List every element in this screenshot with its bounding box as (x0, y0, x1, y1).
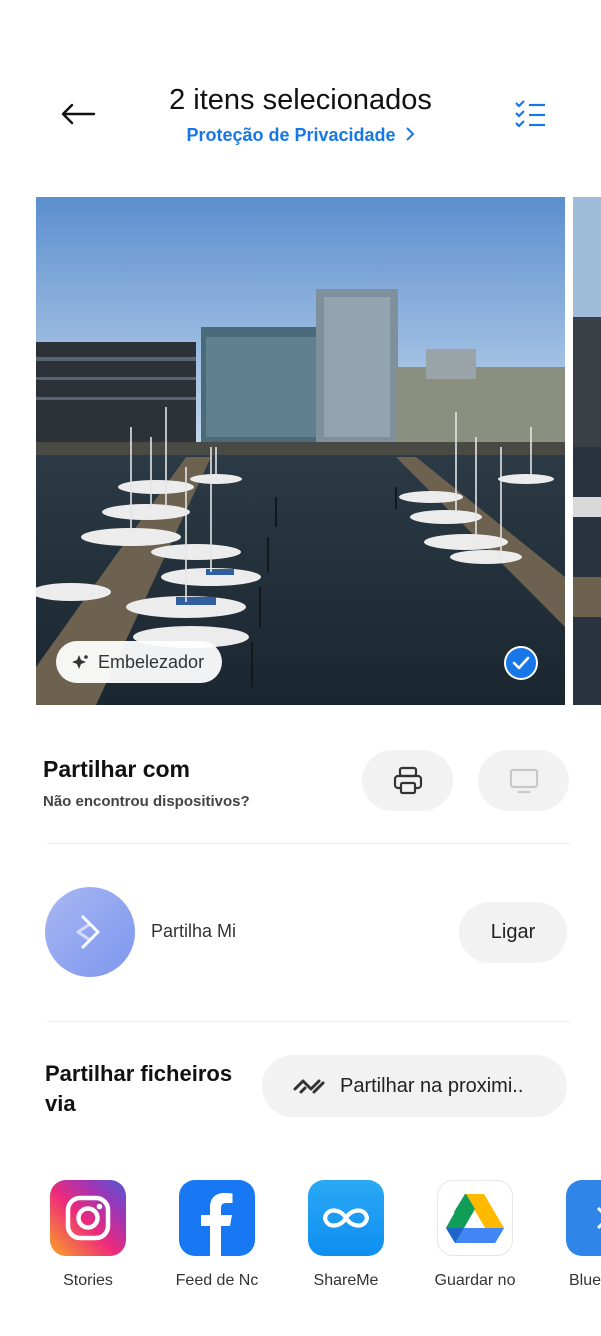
app-item-facebook-feed[interactable]: Feed de Nc (157, 1180, 277, 1290)
checkmark-icon (512, 656, 530, 670)
connect-button[interactable]: Ligar (459, 902, 567, 963)
no-devices-link[interactable]: Não encontrou dispositivos? (43, 793, 250, 810)
beautify-label: Embelezador (98, 651, 205, 672)
facebook-icon (179, 1180, 255, 1256)
divider (47, 1021, 570, 1022)
instagram-icon (50, 1180, 126, 1256)
share-via-section: Partilhar ficheiros via Partilhar na pro… (0, 1055, 601, 1125)
app-label: Feed de Nc (175, 1272, 259, 1289)
sparkle-icon (72, 655, 88, 669)
nearby-share-icon (293, 1079, 325, 1094)
selected-photos-carousel[interactable]: Embelezador (0, 197, 601, 705)
select-items-button[interactable] (508, 96, 552, 132)
header: 2 itens selecionados Proteção de Privaci… (0, 70, 601, 160)
screen-device-button[interactable] (478, 750, 569, 811)
app-item-shareme[interactable]: ShareMe (286, 1180, 406, 1290)
share-with-title: Partilhar com (43, 756, 190, 782)
app-label: ShareMe (313, 1272, 379, 1289)
photo-thumbnail-harbor[interactable]: Embelezador (36, 197, 565, 705)
bluetooth-icon (566, 1180, 601, 1256)
app-label: Stories (63, 1272, 113, 1289)
share-with-section: Partilhar com Não encontrou dispositivos… (0, 750, 601, 820)
privacy-protection-label: Proteção de Privacidade (186, 125, 396, 145)
monitor-icon (509, 768, 538, 793)
app-label: Guardar no (434, 1272, 516, 1289)
beautify-button[interactable]: Embelezador (56, 641, 223, 683)
next-photo-image (573, 197, 601, 705)
app-item-bluetooth[interactable]: Blue (544, 1180, 601, 1290)
app-share-list: Stories Feed de Nc ShareMe Guardar no Bl… (0, 1180, 601, 1300)
photo-thumbnail-next[interactable] (573, 197, 601, 705)
checklist-icon (515, 100, 545, 128)
divider (47, 843, 570, 844)
app-item-google-drive[interactable]: Guardar no (415, 1180, 535, 1290)
shareme-icon (308, 1180, 384, 1256)
nearby-share-button[interactable]: Partilhar na proximi.. (262, 1055, 567, 1117)
mi-share-avatar (45, 887, 135, 977)
nearby-share-label: Partilhar na proximi.. (340, 1074, 524, 1097)
mi-share-icon (76, 914, 100, 950)
mi-share-row: Partilha Mi Ligar (0, 887, 601, 979)
selected-check-badge[interactable] (504, 646, 538, 680)
printer-device-button[interactable] (362, 750, 453, 811)
app-item-instagram-stories[interactable]: Stories (28, 1180, 148, 1290)
harbor-photo-image (36, 197, 565, 705)
google-drive-icon (437, 1180, 513, 1256)
chevron-right-icon (405, 125, 415, 146)
app-label: Blue (569, 1272, 601, 1289)
share-via-title: Partilhar ficheiros via (45, 1061, 233, 1116)
printer-icon (393, 766, 422, 794)
mi-share-label: Partilha Mi (151, 921, 237, 941)
